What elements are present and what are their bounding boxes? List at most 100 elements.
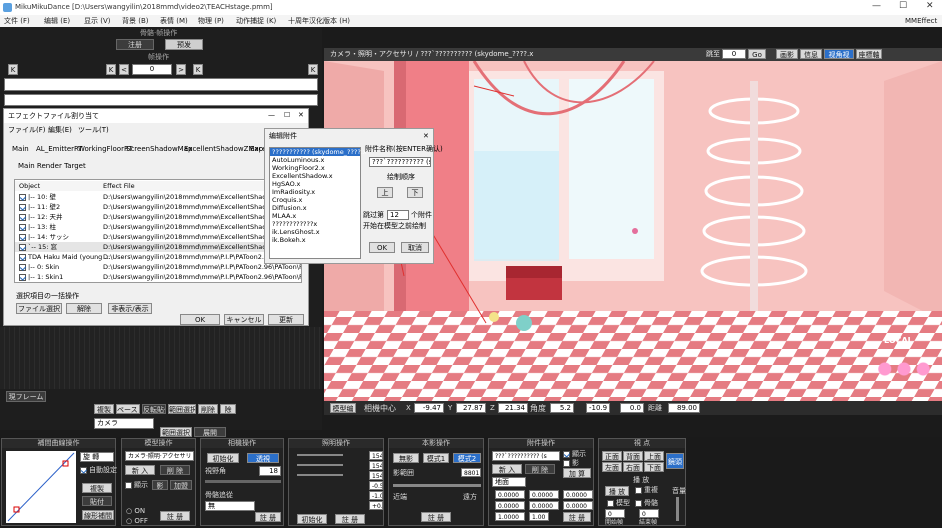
off-radio[interactable]: ○ OFF [126, 517, 148, 526]
view-left-button[interactable]: 左面 [602, 462, 622, 472]
menu-background[interactable]: 背景 (B) [122, 17, 149, 26]
light-init-button[interactable]: 初始化 [297, 514, 327, 524]
range-select-button-top[interactable]: 範囲選択 [168, 404, 196, 414]
interpolation-curve-graph[interactable] [6, 451, 76, 523]
distance-input[interactable]: 89.00 [668, 403, 700, 413]
first-key-button[interactable]: K [8, 64, 18, 75]
camera-register-button[interactable]: 註 册 [255, 512, 281, 522]
end-frame-input[interactable]: 0 [639, 509, 659, 518]
accessory-parent-select[interactable]: 地面 [492, 477, 526, 487]
shadow-range-slider[interactable] [393, 484, 481, 487]
angle-x-input[interactable]: 5.2 [550, 403, 574, 413]
model-add-button[interactable]: 新 入 [125, 465, 155, 475]
light-r-input[interactable]: 154 [369, 451, 383, 460]
light-x-input[interactable]: -0.5 [369, 481, 383, 490]
expand-button[interactable]: 展開 [194, 427, 226, 437]
accessory-ok-button[interactable]: OK [369, 242, 395, 253]
list-item[interactable]: ImRadiosity.x [270, 188, 360, 196]
light-b-slider[interactable] [297, 474, 343, 476]
light-g-input[interactable]: 154 [369, 461, 383, 470]
light-r-slider[interactable] [297, 454, 343, 456]
model-register-button[interactable]: 註 册 [160, 511, 190, 521]
list-item[interactable]: Diffusion.x [270, 204, 360, 212]
light-g-slider[interactable] [297, 464, 343, 466]
row-checkbox[interactable] [19, 213, 26, 221]
volume-slider[interactable] [676, 497, 679, 521]
row-checkbox[interactable] [19, 273, 26, 281]
list-item[interactable]: HgSAO.x [270, 180, 360, 188]
tab-workingfloorrt[interactable]: WorkingFloorRT [78, 145, 133, 154]
accessory-add2-button[interactable]: 加 算 [563, 468, 591, 478]
view-front-button[interactable]: 正面 [602, 451, 622, 461]
go-button[interactable]: Go [748, 49, 766, 59]
model-display-checkbox[interactable]: 顯示 [125, 481, 148, 490]
center-z-input[interactable]: 21.34 [498, 403, 528, 413]
model-shadow-button[interactable]: 影 [152, 480, 168, 490]
row-checkbox[interactable] [19, 223, 26, 231]
list-item[interactable]: MLAA.x [270, 212, 360, 220]
model-edit-mode-button[interactable]: 模型编 [330, 403, 356, 413]
curve-copy-button[interactable]: 複製 [82, 483, 112, 493]
accessory-name-input[interactable]: ???`?????????? (skyd [369, 157, 431, 167]
acc-rz-input[interactable]: 0.0000 [563, 501, 593, 510]
accessory-select[interactable]: ???`?????????? (s [492, 451, 560, 461]
menu-file[interactable]: 文件 (F) [4, 17, 30, 26]
angle-z-input[interactable]: 0.0 [620, 403, 644, 413]
menu-motion-capture[interactable]: 动作捕捉 (K) [236, 17, 276, 26]
list-item[interactable]: ExcellentShadow.x [270, 172, 360, 180]
camera-select[interactable]: カメラ [94, 418, 154, 429]
prev-key-button[interactable]: K [106, 64, 116, 75]
effect-dialog-maximize-icon[interactable]: ☐ [284, 111, 290, 120]
tab-main[interactable]: Main [12, 145, 29, 154]
effect-dialog-close-icon[interactable]: ✕ [298, 111, 304, 120]
perspective-button[interactable]: 透視 [247, 453, 279, 463]
delete-button[interactable]: 削除 [198, 404, 218, 414]
tab-al-emitterrt[interactable]: AL_EmitterRT [36, 145, 83, 154]
table-row[interactable]: |-- 11: 壁2 D:\Users\wangyilin\2018mmd\mme… [15, 202, 301, 212]
frame-number-input[interactable]: 0 [132, 64, 172, 75]
next-key-button[interactable]: K [193, 64, 203, 75]
acc-rx-input[interactable]: 0.0000 [495, 501, 525, 510]
list-item[interactable]: ik.Bokeh.x [270, 236, 360, 244]
acc-z-input[interactable]: 0.0000 [563, 490, 593, 499]
timeline-track[interactable] [4, 94, 318, 106]
no-shadow-button[interactable]: 無影 [393, 453, 419, 463]
menu-edit[interactable]: 编辑 (E) [44, 17, 70, 26]
menu-physics[interactable]: 物理 (P) [198, 17, 224, 26]
bone-checkbox[interactable]: 骨骼 [635, 499, 658, 508]
light-z-input[interactable]: +0.5 [369, 501, 383, 510]
effect-ok-button[interactable]: OK [180, 314, 220, 325]
center-y-input[interactable]: 27.87 [456, 403, 486, 413]
maximize-icon[interactable]: ☐ [899, 2, 907, 11]
accessory-cancel-button[interactable]: 取消 [401, 242, 429, 253]
last-key-button[interactable]: K [308, 64, 318, 75]
row-checkbox[interactable] [19, 193, 26, 201]
effect-cancel-button[interactable]: キャンセル [224, 314, 264, 325]
view-camera-button[interactable]: 鏡頭 [666, 453, 684, 469]
acc-ry-input[interactable]: 0.0000 [529, 501, 559, 510]
view-top-button[interactable]: 上面 [644, 451, 664, 461]
bone-follow-select[interactable]: 無 [205, 501, 255, 511]
table-row[interactable]: |-- 12: 天井 D:\Users\wangyilin\2018mmd\mme… [15, 212, 301, 222]
list-item[interactable]: Croquis.x [270, 196, 360, 204]
play-button[interactable]: 播 放 [605, 486, 629, 496]
row-checkbox[interactable] [19, 263, 26, 271]
loop-checkbox[interactable]: 重複 [635, 486, 658, 495]
accessory-add-button[interactable]: 新 入 [492, 464, 522, 474]
shadow-mode2-button[interactable]: 模式2 [453, 453, 481, 463]
acc-scale-input[interactable]: 1.0000 [495, 512, 525, 521]
light-y-input[interactable]: -1.0 [369, 491, 383, 500]
light-b-input[interactable]: 154 [369, 471, 383, 480]
toggle-visibility-button[interactable]: 非表示/表示 [108, 303, 152, 314]
menu-tenth-anniversary[interactable]: 十周年汉化版本 (H) [288, 17, 350, 26]
row-checkbox[interactable] [19, 203, 26, 211]
next-frame-button[interactable]: > [176, 64, 186, 75]
effect-update-button[interactable]: 更新 [268, 314, 304, 325]
shadow-view-button[interactable]: 画影 [776, 49, 798, 59]
axis-button[interactable]: 座標軸 [856, 49, 882, 59]
effect-menu-edit[interactable]: 編集(E) [48, 126, 72, 135]
table-row[interactable]: TDA Haku Maid (young ... D:\Users\wangyil… [15, 252, 301, 262]
remove-button[interactable]: 除 [220, 404, 236, 414]
view-angle-button[interactable]: 视角视 [824, 49, 854, 59]
rotation-select[interactable]: 旋 轉 [80, 452, 114, 462]
